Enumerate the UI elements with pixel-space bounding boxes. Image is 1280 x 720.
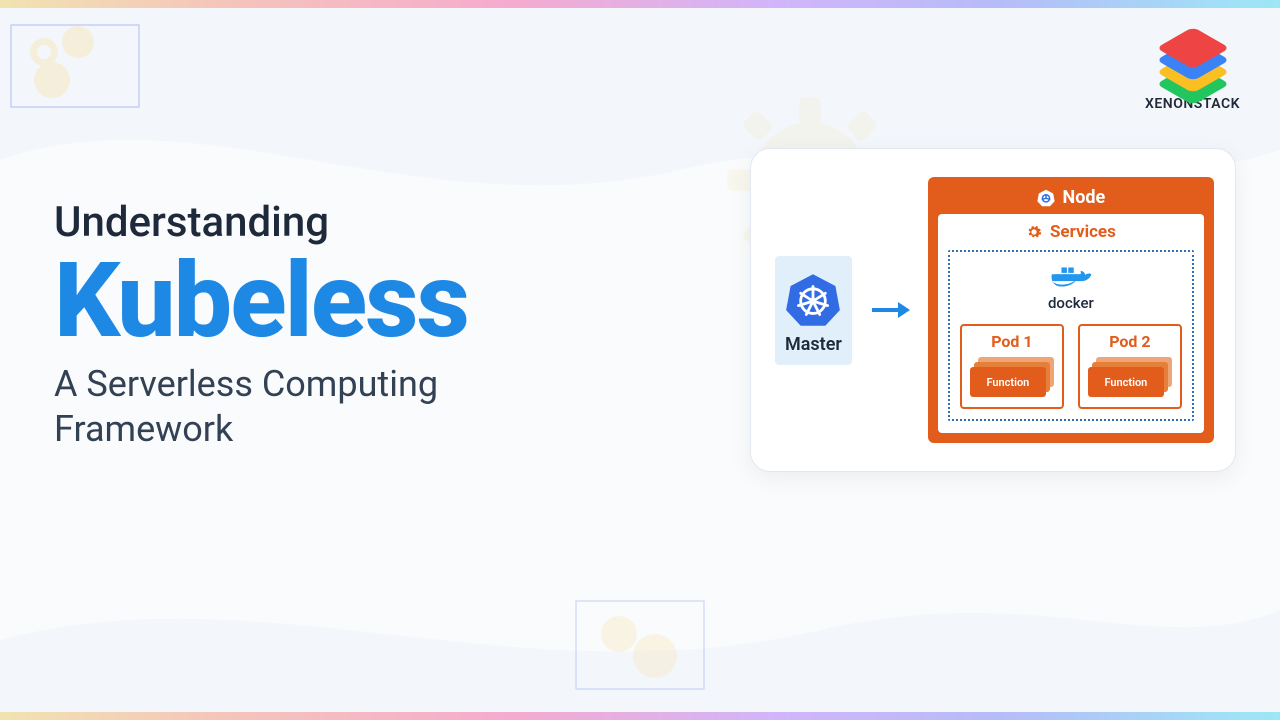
- services-label: Services: [1050, 222, 1116, 242]
- architecture-diagram-card: Master Node Services: [750, 148, 1236, 472]
- bottom-gradient-bar: [0, 712, 1280, 720]
- hero-line3b: Framework: [54, 408, 233, 450]
- master-box: Master: [775, 256, 852, 365]
- node-box: Node Services: [928, 177, 1214, 443]
- stack-icon: [1157, 28, 1229, 90]
- pod-1-box: Pod 1 Function: [960, 324, 1064, 409]
- hero-line2: Kubeless: [54, 250, 654, 354]
- gear-bottom-decoration: [575, 600, 705, 690]
- node-title: Node: [938, 187, 1204, 214]
- hero-line3: A Serverless Computing Framework: [54, 362, 654, 452]
- function-label-1: Function: [970, 367, 1046, 397]
- node-label: Node: [1063, 187, 1106, 208]
- docker-icon: [1049, 262, 1093, 292]
- function-label-2: Function: [1088, 367, 1164, 397]
- hero-text: Understanding Kubeless A Serverless Comp…: [54, 200, 654, 452]
- pods-row: Pod 1 Function Pod 2 Function: [960, 324, 1182, 409]
- services-inner-box: docker Pod 1 Function Pod 2: [948, 250, 1194, 421]
- docker-block: docker: [1048, 262, 1094, 312]
- function-stack-2: Function: [1088, 357, 1172, 397]
- hero-line3a: A Serverless Computing: [54, 363, 438, 405]
- kubernetes-icon: [785, 272, 841, 328]
- pod-2-box: Pod 2 Function: [1078, 324, 1182, 409]
- docker-label: docker: [1048, 294, 1094, 312]
- top-gradient-bar: [0, 0, 1280, 8]
- services-title: Services: [948, 222, 1194, 242]
- gear-corner-decoration: [10, 24, 140, 108]
- gear-icon: [1026, 224, 1042, 240]
- function-stack-1: Function: [970, 357, 1054, 397]
- arrow-icon: [870, 298, 910, 322]
- hero-line1: Understanding: [54, 200, 654, 246]
- master-label: Master: [785, 334, 842, 355]
- pod-2-title: Pod 2: [1109, 332, 1150, 351]
- brand-logo: XENONSTACK: [1145, 28, 1240, 112]
- services-box: Services docke: [938, 214, 1204, 433]
- pod-1-title: Pod 1: [991, 332, 1032, 351]
- kubernetes-small-icon: [1037, 189, 1055, 207]
